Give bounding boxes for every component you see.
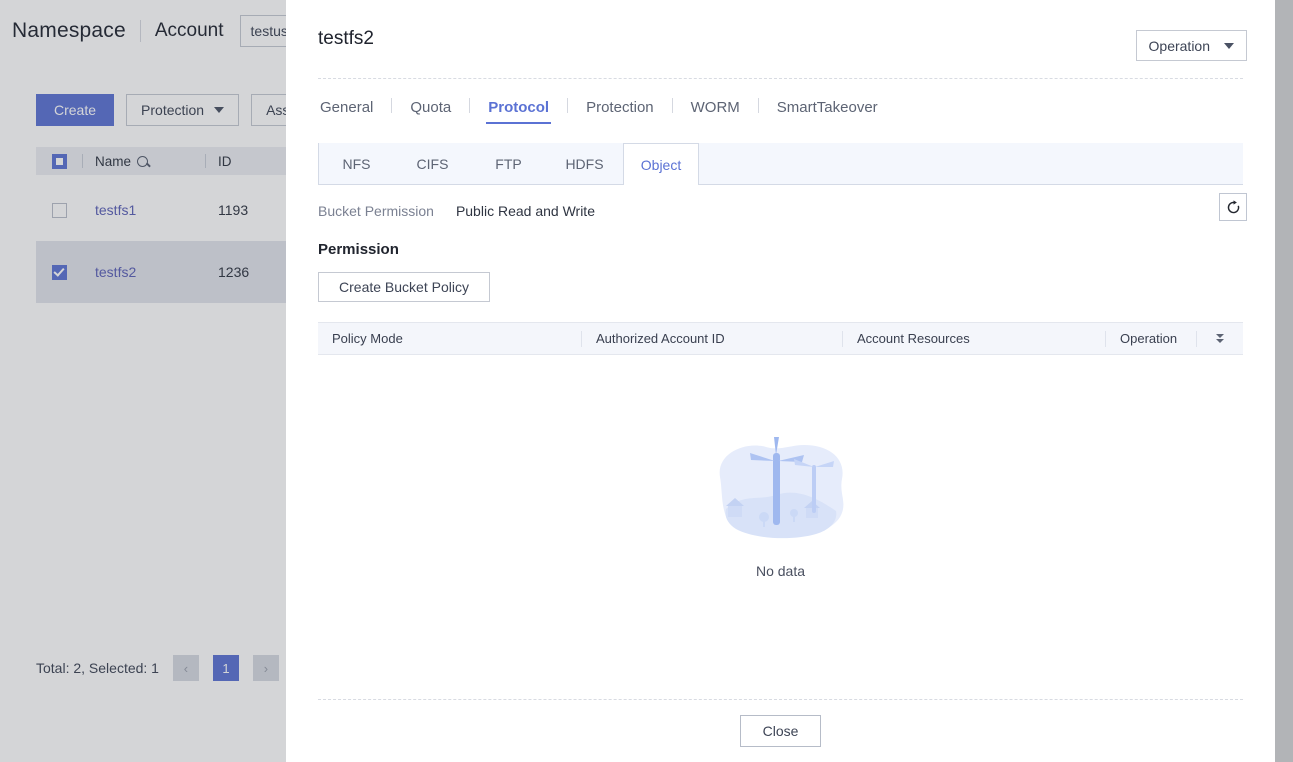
refresh-button[interactable]	[1219, 193, 1247, 221]
tab-divider	[567, 98, 568, 113]
permission-section-title: Permission	[318, 241, 1243, 258]
footer-button-group: Close	[286, 700, 1275, 762]
tab-smarttakeover[interactable]: SmartTakeover	[775, 99, 880, 124]
protocol-sub-tab-bar: NFS CIFS FTP HDFS Object	[318, 143, 1243, 185]
tab-protection[interactable]: Protection	[584, 99, 656, 124]
bucket-permission-value: Public Read and Write	[456, 203, 595, 219]
operation-dropdown-label: Operation	[1149, 38, 1210, 54]
tab-protocol[interactable]: Protocol	[486, 99, 551, 124]
operation-dropdown-button[interactable]: Operation	[1136, 30, 1247, 61]
column-settings-button[interactable]	[1197, 334, 1243, 343]
policy-column-resources: Account Resources	[843, 323, 1105, 354]
tab-divider	[469, 98, 470, 113]
tab-divider	[672, 98, 673, 113]
drawer-header: testfs2 Operation	[286, 0, 1275, 78]
refresh-icon	[1226, 200, 1241, 215]
bucket-permission-row: Bucket Permission Public Read and Write	[318, 185, 1243, 237]
drawer-footer: Close	[286, 699, 1275, 762]
policy-table-header: Policy Mode Authorized Account ID Accoun…	[318, 323, 1243, 355]
filesystem-detail-drawer: testfs2 Operation General Quota Protocol…	[286, 0, 1275, 762]
main-tab-bar: General Quota Protocol Protection WORM S…	[286, 79, 1275, 135]
policy-table: Policy Mode Authorized Account ID Accoun…	[318, 322, 1243, 655]
policy-column-mode: Policy Mode	[318, 323, 581, 354]
bucket-permission-label: Bucket Permission	[318, 203, 434, 219]
policy-column-account-id: Authorized Account ID	[582, 323, 842, 354]
sub-tab-hdfs[interactable]: HDFS	[547, 143, 623, 184]
double-chevron-down-icon	[1216, 334, 1224, 343]
policy-column-operation: Operation	[1106, 323, 1196, 354]
create-bucket-policy-button[interactable]: Create Bucket Policy	[318, 272, 490, 302]
tab-divider	[391, 98, 392, 113]
chevron-down-icon	[1224, 43, 1234, 49]
tab-worm[interactable]: WORM	[689, 99, 742, 124]
no-data-text: No data	[756, 563, 805, 579]
no-data-illustration-icon	[706, 431, 856, 549]
close-button[interactable]: Close	[740, 715, 821, 747]
sub-tab-ftp[interactable]: FTP	[471, 143, 547, 184]
sub-tab-nfs[interactable]: NFS	[319, 143, 395, 184]
tab-divider	[758, 98, 759, 113]
tab-quota[interactable]: Quota	[408, 99, 453, 124]
sub-tab-object[interactable]: Object	[623, 143, 699, 185]
policy-table-empty-state: No data	[318, 355, 1243, 655]
tab-general[interactable]: General	[318, 99, 375, 124]
drawer-right-scrim	[1275, 0, 1293, 762]
sub-tab-cifs[interactable]: CIFS	[395, 143, 471, 184]
page-title: testfs2	[318, 28, 374, 50]
